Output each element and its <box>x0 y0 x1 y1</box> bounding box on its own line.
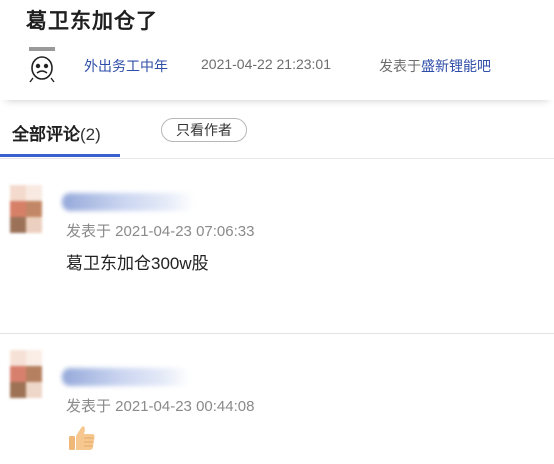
thumbs-up-icon <box>69 426 95 450</box>
author-avatar[interactable] <box>22 44 62 84</box>
post-header: 葛卫东加仓了 外出务工中年 2021-04-22 21:23:01 发表于盛新锂… <box>0 0 554 100</box>
post-time: 2021-04-22 21:23:01 <box>201 56 331 72</box>
posted-in-prefix: 发表于 <box>379 58 421 74</box>
tab-active-underline <box>0 154 120 157</box>
post-title: 葛卫东加仓了 <box>26 10 158 33</box>
comment-item: 发表于 2021-04-23 07:06:33 葛卫东加仓300w股 <box>0 185 554 334</box>
tab-all-label: 全部评论 <box>12 125 80 144</box>
commenter-avatar[interactable] <box>10 185 42 233</box>
commenter-avatar[interactable] <box>10 350 42 398</box>
comment-item: 发表于 2021-04-23 00:44:08 <box>0 350 554 464</box>
comment-tabs: 全部评论(2) <box>0 100 554 159</box>
post-page: 葛卫东加仓了 外出务工中年 2021-04-22 21:23:01 发表于盛新锂… <box>0 0 554 464</box>
only-author-button[interactable]: 只看作者 <box>161 118 247 142</box>
comment-text: 葛卫东加仓300w股 <box>66 254 209 273</box>
commenter-name-redacted[interactable] <box>62 193 194 211</box>
posted-in: 发表于盛新锂能吧 <box>379 56 491 76</box>
tab-all-count: (2) <box>80 125 101 144</box>
comment-time: 发表于 2021-04-23 07:06:33 <box>66 223 255 240</box>
author-name-link[interactable]: 外出务工中年 <box>84 56 168 76</box>
commenter-name-redacted[interactable] <box>62 368 190 386</box>
forum-link[interactable]: 盛新锂能吧 <box>421 58 491 74</box>
tab-all-comments[interactable]: 全部评论(2) <box>12 120 101 145</box>
comment-time: 发表于 2021-04-23 00:44:08 <box>66 398 255 415</box>
